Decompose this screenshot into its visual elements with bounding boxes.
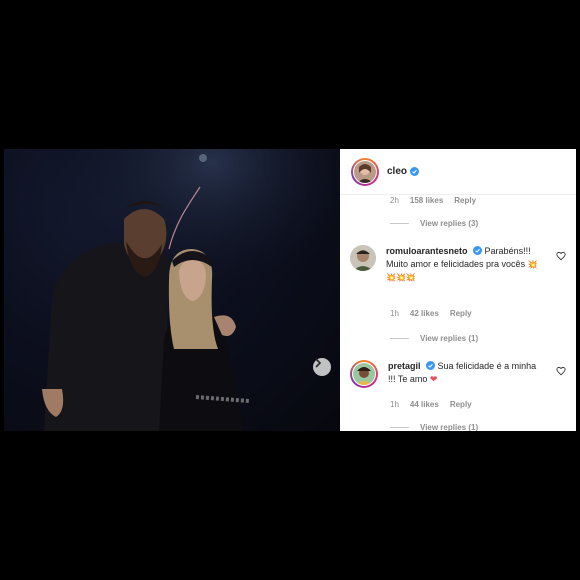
comment-time[interactable]: 2h (390, 196, 399, 205)
verified-badge-icon (410, 167, 420, 176)
comment-meta: 2h 158 likes Reply (390, 196, 476, 205)
comment-text-block: pretagil Sua felicidade é a minha !!! Te… (388, 360, 546, 388)
comment-username[interactable]: romuloarantesneto (386, 246, 468, 256)
comment-likes[interactable]: 158 likes (410, 196, 443, 205)
replies-divider (390, 338, 409, 339)
view-replies-button[interactable]: View replies (3) (390, 219, 478, 228)
instagram-post: cleo 2h 158 likes Reply View replies (3) (4, 149, 576, 431)
comment-meta: 1h 44 likes Reply (390, 400, 472, 409)
avatar-image (354, 160, 376, 183)
view-replies-label: View replies (1) (420, 423, 479, 431)
replies-divider (390, 427, 409, 428)
reply-button[interactable]: Reply (450, 309, 472, 318)
comment-likes[interactable]: 44 likes (410, 400, 439, 409)
author-avatar[interactable] (351, 157, 379, 186)
commenter-avatar[interactable] (350, 245, 376, 271)
view-replies-button[interactable]: View replies (1) (390, 423, 478, 431)
post-header: cleo (340, 149, 576, 195)
comment-item: pretagil Sua felicidade é a minha !!! Te… (350, 360, 570, 388)
comment-time[interactable]: 1h (390, 400, 399, 409)
post-photo[interactable] (4, 149, 340, 431)
comments-panel: cleo 2h 158 likes Reply View replies (3) (340, 149, 576, 431)
carousel-next-button[interactable] (313, 358, 331, 376)
commenter-avatar[interactable] (350, 360, 378, 388)
comment-text-block: romuloarantesneto Parabéns!!! Muito amor… (386, 245, 544, 284)
verified-badge-icon (426, 361, 436, 370)
view-replies-label: View replies (1) (420, 334, 479, 343)
like-heart-icon[interactable] (556, 251, 566, 261)
verified-badge-icon (473, 246, 483, 255)
avatar-image (353, 363, 375, 385)
couple-photo-illustration (4, 149, 340, 431)
comment-meta: 1h 42 likes Reply (390, 309, 472, 318)
view-replies-label: View replies (3) (420, 219, 479, 228)
replies-divider (390, 223, 409, 224)
post-author-name[interactable]: cleo (387, 166, 407, 177)
comment-likes[interactable]: 42 likes (410, 309, 439, 318)
red-heart-emoji: ❤ (429, 374, 438, 384)
comment-time[interactable]: 1h (390, 309, 399, 318)
reply-button[interactable]: Reply (450, 400, 472, 409)
like-heart-icon[interactable] (556, 366, 566, 376)
avatar-image (350, 245, 376, 271)
chevron-right-icon (315, 358, 322, 368)
comment-username[interactable]: pretagil (388, 361, 421, 371)
comment-item: romuloarantesneto Parabéns!!! Muito amor… (350, 245, 570, 284)
view-replies-button[interactable]: View replies (1) (390, 334, 478, 343)
reply-button[interactable]: Reply (454, 196, 476, 205)
